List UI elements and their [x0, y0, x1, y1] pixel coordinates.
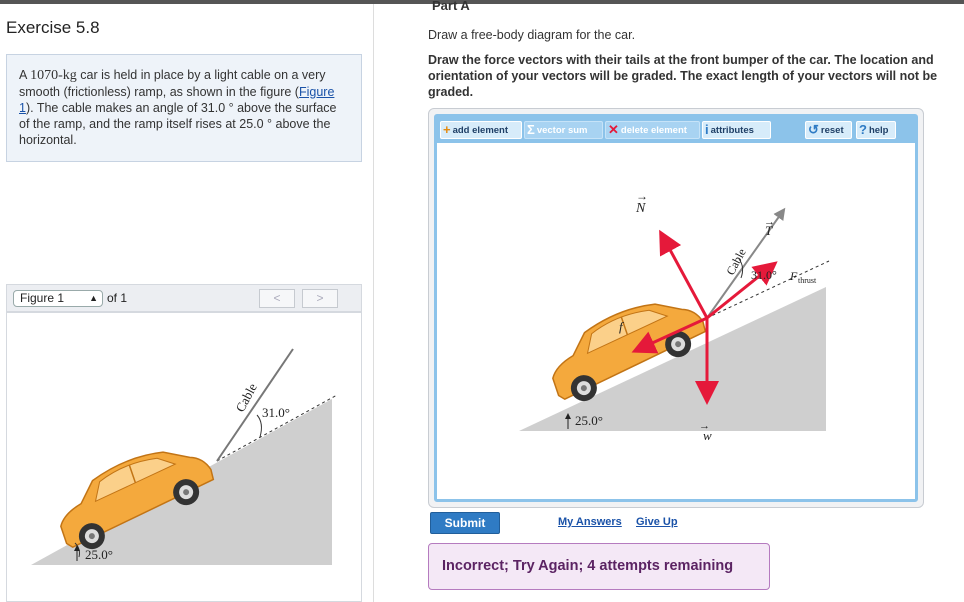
ramp-figure: 31.0° Cable 25.0°: [31, 348, 338, 565]
drawing-area[interactable]: + add element Σvector sum ✕ delete element…: [434, 114, 918, 502]
fbd-ramp-angle-label: 25.0°: [575, 413, 603, 428]
give-up-link[interactable]: Give Up: [636, 516, 678, 528]
instruction-line-2: Draw the force vectors with their tails …: [428, 53, 938, 99]
delete-element-button[interactable]: ✕ delete element: [605, 121, 700, 139]
prev-figure-button[interactable]: <: [259, 289, 295, 308]
right-panel: Part A Draw a free-body diagram for the …: [374, 0, 964, 602]
x-icon: ✕: [608, 122, 619, 137]
my-answers-link[interactable]: My Answers: [558, 516, 622, 528]
thrust-subscript: thrust: [798, 276, 817, 285]
sigma-icon: Σ: [527, 122, 535, 137]
add-element-button[interactable]: + add element: [440, 121, 522, 139]
help-button[interactable]: ? help: [856, 121, 896, 139]
normal-label: N: [635, 201, 646, 216]
figure-nav-bar: Figure 1 ▲ of 1 < >: [6, 284, 362, 312]
submit-button[interactable]: Submit: [430, 512, 500, 534]
part-label: Part A: [432, 0, 470, 13]
plus-icon: +: [443, 122, 451, 137]
thrust-label: F: [789, 269, 798, 283]
attributes-button[interactable]: i attributes: [702, 121, 771, 139]
figure-count: of 1: [107, 291, 128, 305]
figure-select[interactable]: Figure 1 ▲: [13, 290, 103, 307]
problem-body-2: ). The cable makes an angle of 31.0 ° ab…: [19, 101, 337, 147]
normal-arrow-glyph: →: [636, 189, 648, 203]
reset-button[interactable]: ↺ reset: [805, 121, 852, 139]
reset-icon: ↺: [808, 122, 819, 137]
cable-label: Cable: [232, 380, 260, 414]
cable-angle-label: 31.0°: [262, 405, 290, 420]
cable-angle-arc: [256, 414, 262, 438]
weight-arrow-glyph: →: [699, 420, 710, 432]
vector-sum-button[interactable]: Σvector sum: [524, 121, 603, 139]
drawing-toolbar: + add element Σvector sum ✕ delete element…: [437, 117, 915, 143]
select-arrows-icon: ▲: [89, 293, 98, 303]
exercise-title: Exercise 5.8: [6, 18, 100, 37]
instruction-line-1: Draw a free-body diagram for the car.: [428, 28, 636, 42]
left-panel: Exercise 5.8 A 1070-kg car is held in pl…: [0, 4, 374, 602]
info-icon: i: [705, 122, 709, 137]
ramp-angle-label: 25.0°: [85, 547, 113, 562]
problem-statement: A 1070-kg car is held in place by a ligh…: [6, 54, 362, 162]
figure-select-value: Figure 1: [20, 291, 65, 305]
fbd-canvas: N → T → f w → Cable 31.0° F thrust 25.0°: [519, 189, 830, 443]
vector-drawing-tool: + add element Σvector sum ✕ delete element…: [428, 108, 924, 508]
next-figure-button[interactable]: >: [302, 289, 338, 308]
question-icon: ?: [859, 122, 867, 137]
feedback-message: Incorrect; Try Again; 4 attempts remaini…: [428, 543, 770, 590]
problem-pre: A: [19, 68, 31, 82]
normal-force-vector[interactable]: [659, 229, 709, 319]
figure-panel: 31.0° Cable 25.0°: [6, 312, 362, 602]
tension-arrow-glyph: →: [764, 216, 775, 228]
problem-mass: 1070-kg: [30, 68, 77, 83]
fbd-cable-angle-label: 31.0°: [751, 268, 777, 282]
fbd-cable-label: Cable: [723, 246, 749, 277]
